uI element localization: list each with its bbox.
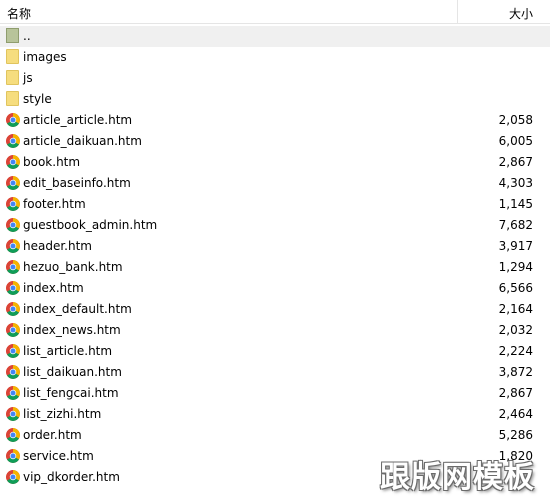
file-name: header.htm <box>23 239 92 253</box>
file-name: hezuo_bank.htm <box>23 260 123 274</box>
file-size: 1,145 <box>498 197 533 211</box>
chrome-html-file-icon <box>6 281 20 295</box>
column-header: 名称 大小 <box>0 0 550 24</box>
file-row[interactable]: guestbook_admin.htm 7,682 <box>0 215 550 236</box>
file-row[interactable]: edit_baseinfo.htm 4,303 <box>0 173 550 194</box>
chrome-html-file-icon <box>6 365 20 379</box>
file-size: 5,286 <box>498 428 533 442</box>
file-name: vip_dkorder.htm <box>23 470 120 484</box>
file-row[interactable]: list_daikuan.htm 3,872 <box>0 362 550 383</box>
file-size: 3,917 <box>498 239 533 253</box>
chrome-html-file-icon <box>6 407 20 421</box>
file-size: 2,867 <box>498 386 533 400</box>
file-row[interactable]: list_article.htm 2,224 <box>0 341 550 362</box>
file-size: 2,164 <box>498 302 533 316</box>
file-row[interactable]: index.htm 6,566 <box>0 278 550 299</box>
file-list: .. images js style article_article.htm 2,058 a… <box>0 26 550 488</box>
folder-icon <box>6 91 19 106</box>
file-row[interactable]: list_zizhi.htm 2,464 <box>0 404 550 425</box>
file-row[interactable]: index_news.htm 2,032 <box>0 320 550 341</box>
chrome-html-file-icon <box>6 260 20 274</box>
name-column-header[interactable]: 名称 <box>0 0 458 23</box>
file-row[interactable]: header.htm 3,917 <box>0 236 550 257</box>
file-size: 2,224 <box>498 344 533 358</box>
file-row[interactable]: article_article.htm 2,058 <box>0 110 550 131</box>
file-name: index.htm <box>23 281 84 295</box>
file-name: list_zizhi.htm <box>23 407 102 421</box>
chrome-html-file-icon <box>6 218 20 232</box>
file-size: 2,867 <box>498 155 533 169</box>
folder-icon <box>6 70 19 85</box>
chrome-html-file-icon <box>6 449 20 463</box>
size-column-label: 大小 <box>508 7 533 21</box>
chrome-html-file-icon <box>6 302 20 316</box>
chrome-html-file-icon <box>6 197 20 211</box>
file-name: guestbook_admin.htm <box>23 218 158 232</box>
file-row[interactable]: article_daikuan.htm 6,005 <box>0 131 550 152</box>
file-name: footer.htm <box>23 197 86 211</box>
chrome-html-file-icon <box>6 176 20 190</box>
chrome-html-file-icon <box>6 386 20 400</box>
file-size: 6,005 <box>498 134 533 148</box>
file-size: 6,566 <box>498 281 533 295</box>
file-row[interactable]: .. <box>0 26 550 47</box>
size-column-header[interactable]: 大小 <box>459 0 550 23</box>
file-name: index_default.htm <box>23 302 132 316</box>
file-name: js <box>23 71 33 85</box>
file-row[interactable]: footer.htm 1,145 <box>0 194 550 215</box>
file-name: book.htm <box>23 155 81 169</box>
watermark: 跟版网模板 <box>380 460 535 495</box>
file-row[interactable]: book.htm 2,867 <box>0 152 550 173</box>
file-name: index_news.htm <box>23 323 121 337</box>
chrome-html-file-icon <box>6 134 20 148</box>
file-name: order.htm <box>23 428 82 442</box>
file-name: .. <box>23 29 31 43</box>
file-row[interactable]: order.htm 5,286 <box>0 425 550 446</box>
file-name: article_article.htm <box>23 113 133 127</box>
chrome-html-file-icon <box>6 344 20 358</box>
file-name: list_fengcai.htm <box>23 386 119 400</box>
file-name: article_daikuan.htm <box>23 134 142 148</box>
file-row[interactable]: index_default.htm 2,164 <box>0 299 550 320</box>
file-size: 4,303 <box>498 176 533 190</box>
chrome-html-file-icon <box>6 155 20 169</box>
file-row[interactable]: style <box>0 89 550 110</box>
chrome-html-file-icon <box>6 239 20 253</box>
chrome-html-file-icon <box>6 470 20 484</box>
file-name: list_article.htm <box>23 344 113 358</box>
name-column-label: 名称 <box>7 7 32 21</box>
file-row[interactable]: js <box>0 68 550 89</box>
chrome-html-file-icon <box>6 113 20 127</box>
file-size: 2,058 <box>498 113 533 127</box>
file-row[interactable]: images <box>0 47 550 68</box>
file-row[interactable]: list_fengcai.htm 2,867 <box>0 383 550 404</box>
file-size: 1,294 <box>498 260 533 274</box>
file-name: list_daikuan.htm <box>23 365 122 379</box>
file-size: 2,032 <box>498 323 533 337</box>
chrome-html-file-icon <box>6 428 20 442</box>
file-name: style <box>23 92 52 106</box>
parent-folder-icon <box>6 28 19 43</box>
file-name: images <box>23 50 67 64</box>
file-row[interactable]: hezuo_bank.htm 1,294 <box>0 257 550 278</box>
folder-icon <box>6 49 19 64</box>
file-size: 7,682 <box>498 218 533 232</box>
chrome-html-file-icon <box>6 323 20 337</box>
file-name: service.htm <box>23 449 94 463</box>
file-size: 3,872 <box>498 365 533 379</box>
file-size: 2,464 <box>498 407 533 421</box>
file-name: edit_baseinfo.htm <box>23 176 131 190</box>
